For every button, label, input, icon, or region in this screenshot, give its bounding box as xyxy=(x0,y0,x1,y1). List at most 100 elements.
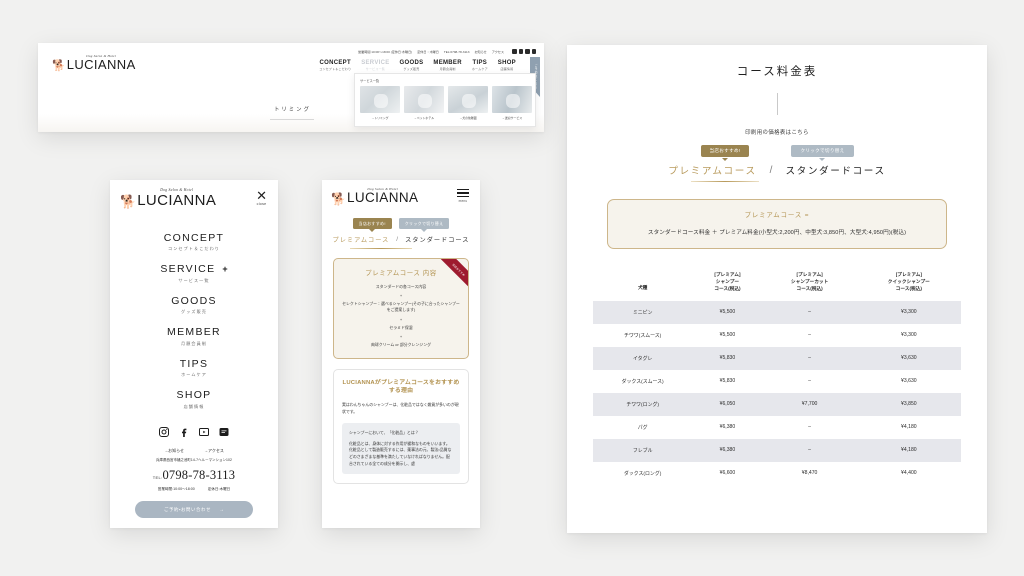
sidebar-item-member[interactable]: MEMBER 月額会員制 xyxy=(167,321,221,353)
menu-button[interactable]: menu xyxy=(457,189,469,203)
table-row: チワワ(ロング) ¥6,050 ¥7,700 ¥3,850 xyxy=(593,392,961,416)
nav-sublabel: 店舗情報 xyxy=(500,67,514,71)
cell-shampoo: ¥6,380 xyxy=(719,424,736,431)
closed-days: 定休日:木曜日 xyxy=(207,487,231,491)
contact-cta-button[interactable]: ご予約・お問い合わせ → xyxy=(135,501,253,518)
cell-shampoo: ¥5,500 xyxy=(719,309,736,316)
nav-sublabel: 店舗情報 xyxy=(183,403,205,409)
nav-item-shop[interactable]: SHOP 店舗情報 xyxy=(498,60,516,71)
sidebar-item-service[interactable]: SERVICE + サービス一覧 xyxy=(160,258,227,290)
instagram-icon[interactable] xyxy=(512,49,517,54)
cell-breed: チワワ(ロング) xyxy=(626,402,659,408)
cell-breed: チワワ(スムース) xyxy=(624,333,662,339)
nav-label: MEMBER xyxy=(433,60,462,66)
cell-shampoo-cut: – xyxy=(808,447,811,454)
badge-recommended: 当店おすすめ! xyxy=(700,145,750,157)
footer-quick-links: →お知らせ →アクセス xyxy=(110,448,278,454)
dropdown-title: サービス一覧 xyxy=(360,79,380,83)
table-row: チワワ(スムース) ¥5,500 – ¥3,300 xyxy=(593,324,961,347)
youtube-icon[interactable] xyxy=(198,426,210,438)
tab-standard-course[interactable]: スタンダードコース xyxy=(785,163,885,177)
price-table: 犬種 [プレミアム] シャンプー コース(税込) [プレミアム] シャンプーカッ… xyxy=(593,266,961,484)
close-label: close xyxy=(256,202,267,206)
line-icon[interactable] xyxy=(531,49,536,54)
expand-plus-icon[interactable]: + xyxy=(222,264,227,274)
nav-item-goods[interactable]: GOODS グッズ販売 xyxy=(400,60,424,71)
service-thumb-icon xyxy=(404,86,444,113)
close-icon: ✕ xyxy=(256,188,267,203)
tab-premium-course[interactable]: プレミアムコース xyxy=(668,163,756,177)
cell-breed: ダックス(ロング) xyxy=(624,471,662,477)
nav-sublabel: ホームケア xyxy=(471,67,488,71)
premium-course-content-box: 当店おすすめ プレミアムコース 内容 スタンダードの各コース内容 + セレクトシ… xyxy=(333,258,469,359)
print-price-link[interactable]: 印刷用の価格表はこちら xyxy=(593,128,961,136)
cell-quick-shampoo: ¥3,300 xyxy=(901,309,917,316)
sidebar-item-shop[interactable]: SHOP 店舗情報 xyxy=(177,384,212,416)
service-thumb-icon xyxy=(448,86,488,113)
table-row: ダックス(ロング) ¥6,600 ¥8,470 ¥4,400 xyxy=(593,462,961,485)
instagram-icon[interactable] xyxy=(158,426,170,438)
box-line-1: スタンダードの各コース内容 xyxy=(375,284,427,290)
dropdown-item-trimming[interactable]: →トリミング xyxy=(360,86,400,120)
formula-title: プレミアムコース = xyxy=(744,212,810,220)
nav-item-tips[interactable]: TIPS ホームケア xyxy=(472,60,488,71)
sidebar-item-goods[interactable]: GOODS グッズ販売 xyxy=(171,289,217,321)
mobile-menu-header: 🐕 Dog Salon & Hotel LUCIANNA ✕ close xyxy=(110,180,278,214)
cell-shampoo: ¥5,830 xyxy=(719,378,736,385)
shop-telephone[interactable]: TEL:0798-78-3113 xyxy=(110,466,278,484)
sidebar-item-tips[interactable]: TIPS ホームケア xyxy=(180,352,209,384)
cell-breed: フレブル xyxy=(632,448,653,454)
nav-sublabel: コンセプト＆こだわり xyxy=(319,67,352,71)
facebook-icon[interactable] xyxy=(518,49,523,54)
dropdown-item-hotel[interactable]: →ペットホテル xyxy=(404,86,444,120)
desktop-nav: CONCEPT コンセプト＆こだわり SERVICE サービス一覧 GOODS … xyxy=(319,60,516,71)
nav-item-service[interactable]: SERVICE サービス一覧 xyxy=(361,60,389,71)
service-thumb-icon xyxy=(492,86,532,113)
link-access[interactable]: →アクセス xyxy=(204,448,224,454)
cell-shampoo-cut: – xyxy=(808,424,811,431)
formula-body: スタンダードコース料金 ＋ プレミアム料金(小型犬:2,200円、中型犬:3,8… xyxy=(647,230,907,237)
tab-separator: / xyxy=(396,236,399,244)
desktop-logo[interactable]: 🐕 Dog Salon & Hotel LUCIANNA xyxy=(52,54,136,72)
facebook-icon[interactable] xyxy=(178,426,190,438)
tab-standard-course[interactable]: スタンダードコース xyxy=(405,235,469,244)
nav-label: TIPS xyxy=(179,357,209,370)
box-line-4: 肉球クリーム or 部分クレンジング xyxy=(371,341,431,347)
link-news[interactable]: →お知らせ xyxy=(164,448,184,454)
cell-quick-shampoo: ¥4,400 xyxy=(901,470,917,477)
topbar-news-link[interactable]: お知らせ xyxy=(474,49,486,54)
mobile-logo[interactable]: 🐕 Dog Salon & Hotel LUCIANNA xyxy=(120,188,216,210)
reason-title: LUCIANNAがプレミアムコースをおすすめする理由 xyxy=(342,379,460,395)
dropdown-caption: →送迎サービス xyxy=(501,115,523,120)
nav-label: SHOP xyxy=(176,389,212,401)
tab-premium-course[interactable]: プレミアムコース xyxy=(333,235,390,244)
mobile-logo[interactable]: 🐕 Dog Salon & Hotel LUCIANNA xyxy=(331,187,418,205)
line-icon[interactable] xyxy=(218,426,230,438)
mobile-course-header: 🐕 Dog Salon & Hotel LUCIANNA menu xyxy=(322,180,480,210)
sidebar-item-concept[interactable]: CONCEPT コンセプト＆こだわり xyxy=(164,226,224,258)
topbar-access-link[interactable]: アクセス xyxy=(492,49,504,54)
page-title: コース料金表 xyxy=(736,66,818,78)
cell-shampoo: ¥5,500 xyxy=(719,332,736,339)
dropdown-item-pickup[interactable]: →送迎サービス xyxy=(492,86,532,120)
service-dropdown: サービス一覧 →トリミング →ペットホテル →犬の幼稚園 →送迎サービス xyxy=(354,73,536,127)
cell-shampoo-cut: – xyxy=(808,332,811,339)
tel-label: TEL: xyxy=(152,475,163,480)
nav-sublabel: グッズ販売 xyxy=(403,67,420,71)
close-button[interactable]: ✕ close xyxy=(256,188,267,206)
youtube-icon[interactable] xyxy=(525,49,530,54)
badge-recommended: 当店おすすめ! xyxy=(352,218,392,230)
dropdown-item-kindergarten[interactable]: →犬の幼稚園 xyxy=(448,86,488,120)
course-tabs: プレミアムコース / スタンダードコース xyxy=(322,235,480,244)
menu-label: menu xyxy=(458,199,468,204)
nav-item-member[interactable]: MEMBER 月額会員制 xyxy=(433,60,461,71)
dog-logo-icon: 🐕 xyxy=(120,194,136,210)
topbar-tel[interactable]: TEL:0798-78-3113 xyxy=(444,50,470,54)
nav-label: GOODS xyxy=(171,294,217,307)
mobile-course-preview: 🐕 Dog Salon & Hotel LUCIANNA menu 当店おすすめ… xyxy=(322,180,480,528)
cell-breed: ミニピン xyxy=(632,310,653,316)
nav-sublabel: サービス一覧 xyxy=(365,67,385,71)
course-tabs: プレミアムコース / スタンダードコース xyxy=(593,163,961,178)
nav-item-concept[interactable]: CONCEPT コンセプト＆こだわり xyxy=(319,60,351,71)
nav-label: SERVICE xyxy=(361,60,390,66)
